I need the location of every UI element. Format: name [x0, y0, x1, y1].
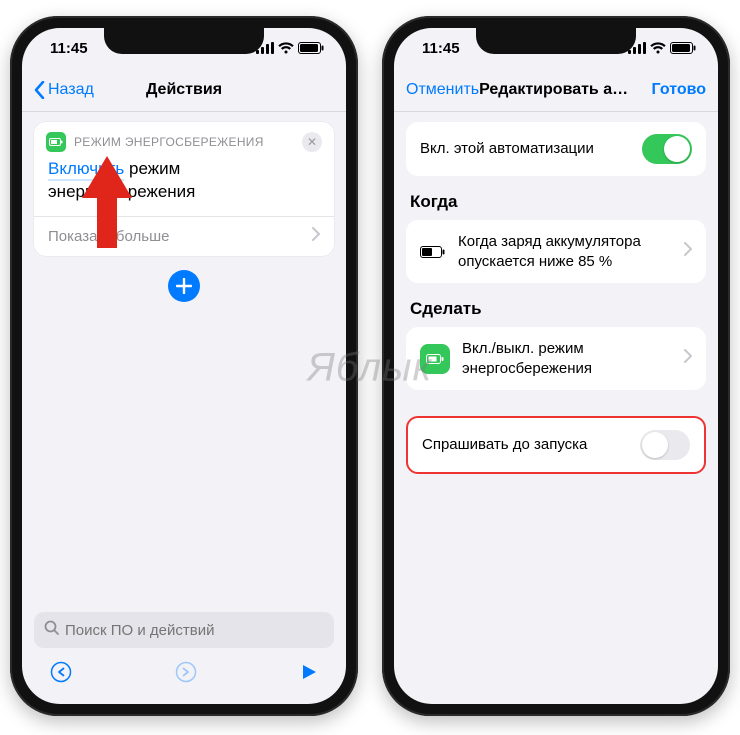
nav-title: Редактировать автомати...	[479, 81, 636, 99]
notch	[104, 28, 264, 54]
enable-automation-row: Вкл. этой автоматизации	[406, 122, 706, 176]
action-body: Включить режим энергосбережения	[34, 156, 334, 216]
done-button[interactable]: Готово	[652, 81, 706, 99]
wifi-icon	[278, 42, 294, 54]
action-card[interactable]: РЕЖИМ ЭНЕРГОСБЕРЕЖЕНИЯ ✕ Включить режим …	[34, 122, 334, 256]
search-icon	[44, 620, 59, 640]
wifi-icon	[650, 42, 666, 54]
phone-left: 11:45 Назад	[10, 16, 358, 716]
status-time: 11:45	[422, 40, 460, 57]
notch	[476, 28, 636, 54]
back-label: Назад	[48, 81, 94, 99]
add-action-button[interactable]	[168, 270, 200, 302]
chevron-left-icon	[34, 81, 46, 99]
chevron-right-icon	[684, 349, 692, 368]
redo-button[interactable]	[175, 661, 197, 688]
cancel-button[interactable]: Отменить	[406, 81, 479, 99]
nav-bar: Назад Действия	[22, 68, 346, 112]
do-header: Сделать	[410, 299, 702, 319]
search-bar[interactable]	[34, 612, 334, 648]
undo-button[interactable]	[50, 661, 72, 688]
plus-icon	[176, 278, 192, 294]
remove-action-button[interactable]: ✕	[302, 132, 322, 152]
close-icon: ✕	[307, 135, 317, 149]
back-button[interactable]: Назад	[34, 81, 94, 99]
show-more-label: Показать больше	[48, 228, 169, 245]
enable-automation-toggle[interactable]	[642, 134, 692, 164]
battery-icon	[298, 42, 324, 54]
show-more-button[interactable]: Показать больше	[34, 216, 334, 256]
low-power-mode-icon	[420, 344, 450, 374]
nav-title: Действия	[104, 81, 264, 99]
nav-bar: Отменить Редактировать автомати... Готов…	[394, 68, 718, 112]
battery-icon	[670, 42, 696, 54]
action-parameter[interactable]: Включить	[48, 159, 124, 181]
enable-automation-label: Вкл. этой автоматизации	[420, 139, 630, 159]
done-label: Готово	[652, 81, 706, 99]
run-button[interactable]	[300, 663, 318, 686]
when-header: Когда	[410, 192, 702, 212]
do-row[interactable]: Вкл./выкл. режим энергосбережения	[406, 327, 706, 390]
chevron-right-icon	[684, 242, 692, 261]
ask-before-running-label: Спрашивать до запуска	[422, 435, 628, 455]
ask-before-running-row: Спрашивать до запуска	[406, 416, 706, 474]
status-time: 11:45	[50, 40, 88, 57]
search-input[interactable]	[65, 622, 324, 639]
low-power-mode-icon	[46, 132, 66, 152]
cancel-label: Отменить	[406, 81, 479, 99]
when-text: Когда заряд аккумулятора опускается ниже…	[458, 232, 668, 271]
action-header-label: РЕЖИМ ЭНЕРГОСБЕРЕЖЕНИЯ	[74, 135, 264, 149]
ask-before-running-toggle[interactable]	[640, 430, 690, 460]
do-text: Вкл./выкл. режим энергосбережения	[462, 339, 668, 378]
when-row[interactable]: Когда заряд аккумулятора опускается ниже…	[406, 220, 706, 283]
chevron-right-icon	[312, 227, 320, 246]
battery-level-icon	[420, 245, 446, 259]
bottom-toolbar	[34, 654, 334, 694]
phone-right: 11:45 Отменить	[382, 16, 730, 716]
